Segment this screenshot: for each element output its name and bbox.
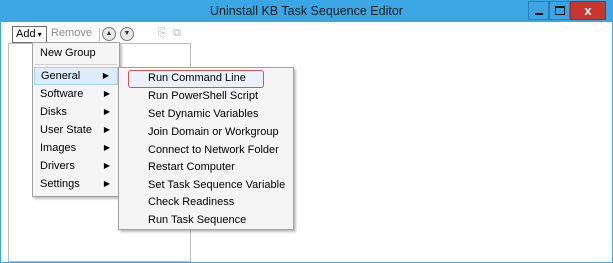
move-down-icon[interactable]: ▼ (120, 27, 134, 41)
menu-item-label: New Group (40, 47, 96, 59)
menu-item-user-state[interactable]: User State ▶ (34, 121, 118, 139)
menu-item-new-group[interactable]: New Group (34, 44, 118, 62)
menu-item-label: General (41, 70, 81, 82)
menu-item-settings[interactable]: Settings ▶ (34, 175, 118, 193)
maximize-button[interactable] (549, 1, 570, 20)
add-button[interactable]: Add ▾ (12, 26, 47, 43)
menu-item-disks[interactable]: Disks ▶ (34, 103, 118, 121)
menu-separator (35, 64, 117, 65)
general-submenu: Run Command Line Run PowerShell Script S… (118, 67, 294, 230)
add-menu: New Group General ▶ Software ▶ Disks ▶ U… (32, 42, 120, 197)
close-icon: x (584, 3, 592, 18)
chevron-right-icon: ▶ (102, 71, 109, 80)
menu-item-images[interactable]: Images ▶ (34, 139, 118, 157)
copy-icon[interactable]: ⎘ (158, 27, 169, 40)
submenu-item-check-readiness[interactable]: Check Readiness (120, 193, 292, 211)
menu-item-label: Images (40, 142, 77, 154)
chevron-right-icon: ▶ (103, 125, 110, 134)
submenu-item-restart-computer[interactable]: Restart Computer (120, 158, 292, 176)
submenu-item-run-powershell-script[interactable]: Run PowerShell Script (120, 87, 292, 105)
submenu-item-connect-network-folder[interactable]: Connect to Network Folder (120, 141, 292, 159)
menu-item-drivers[interactable]: Drivers ▶ (34, 157, 118, 175)
toolbar-separator (99, 28, 100, 41)
submenu-item-set-dynamic-variables[interactable]: Set Dynamic Variables (120, 105, 292, 123)
chevron-down-icon: ▾ (37, 30, 42, 39)
submenu-item-run-task-sequence[interactable]: Run Task Sequence (120, 211, 292, 229)
submenu-item-join-domain[interactable]: Join Domain or Workgroup (120, 123, 292, 141)
chevron-right-icon: ▶ (103, 107, 110, 116)
task-sequence-editor-window: Uninstall KB Task Sequence Editor x Add ▾… (0, 0, 613, 263)
title-bar[interactable]: Uninstall KB Task Sequence Editor x (1, 1, 612, 22)
menu-item-software[interactable]: Software ▶ (34, 85, 118, 103)
chevron-right-icon: ▶ (103, 161, 110, 170)
maximize-icon (555, 6, 565, 15)
submenu-item-run-command-line[interactable]: Run Command Line (128, 70, 264, 88)
menu-item-label: Software (40, 88, 84, 100)
close-button[interactable]: x (570, 1, 606, 20)
menu-item-label: User State (40, 124, 92, 136)
chevron-right-icon: ▶ (103, 179, 110, 188)
window-title: Uninstall KB Task Sequence Editor (210, 4, 403, 18)
chevron-right-icon: ▶ (103, 143, 110, 152)
submenu-item-set-ts-variable[interactable]: Set Task Sequence Variable (120, 176, 292, 194)
minimize-button[interactable] (528, 1, 549, 20)
minimize-icon (535, 13, 543, 15)
add-button-label: Add (16, 28, 36, 40)
chevron-right-icon: ▶ (103, 89, 110, 98)
menu-item-label: Settings (40, 178, 80, 190)
paste-icon[interactable]: ⧉ (173, 27, 185, 40)
menu-item-label: Drivers (40, 160, 75, 172)
remove-button[interactable]: Remove (48, 26, 98, 43)
move-up-icon[interactable]: ▲ (102, 27, 116, 41)
menu-item-general[interactable]: General ▶ (34, 67, 118, 85)
menu-item-label: Disks (40, 106, 67, 118)
